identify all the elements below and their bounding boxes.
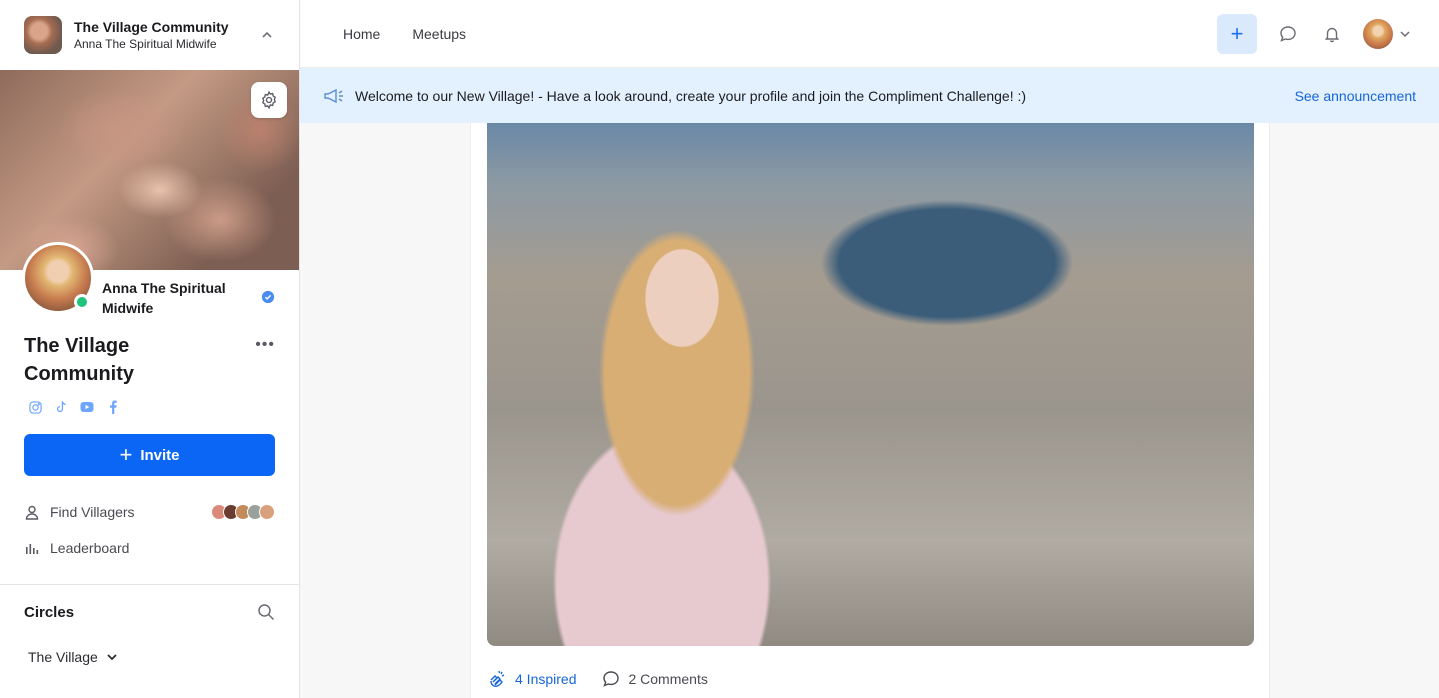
community-subtitle: Anna The Spiritual Midwife — [74, 37, 217, 51]
bar-chart-icon — [24, 540, 40, 556]
plus-icon: + — [119, 442, 133, 467]
create-button[interactable]: + — [1217, 13, 1257, 54]
youtube-icon[interactable] — [80, 400, 94, 414]
nav-meetups[interactable]: Meetups — [412, 26, 466, 42]
sidebar-item-leaderboard[interactable]: Leaderboard — [24, 530, 275, 566]
member-avatars — [211, 504, 275, 520]
community-titles: The Village Community Anna The Spiritual… — [74, 18, 259, 52]
profile-row: Anna The Spiritual Midwife — [0, 242, 299, 324]
social-links — [0, 388, 299, 426]
sidebar: The Village Community Anna The Spiritual… — [0, 0, 300, 698]
post-card: 4 Inspired 2 Comments — [470, 123, 1270, 698]
top-bar: Home Meetups + — [300, 0, 1439, 68]
invite-button[interactable]: + Invite — [24, 434, 275, 476]
bell-icon — [1324, 27, 1340, 42]
sidebar-item-find-villagers[interactable]: Find Villagers — [24, 494, 275, 530]
community-name: The Village Community — [74, 19, 229, 35]
notifications-button[interactable] — [1319, 21, 1345, 47]
sidebar-nav: Find Villagers Leaderboard — [0, 476, 299, 566]
clapping-hands-icon — [490, 670, 505, 687]
circles-section: Circles The Village — [0, 584, 299, 683]
top-nav: Home Meetups — [343, 26, 1217, 42]
post-image[interactable] — [487, 123, 1254, 646]
user-menu[interactable] — [1363, 18, 1411, 49]
reaction-count: 4 Inspired — [515, 671, 577, 687]
megaphone-icon — [324, 88, 343, 103]
circle-item-the-village[interactable]: The Village — [24, 649, 275, 665]
online-status-icon — [74, 294, 90, 310]
community-logo — [24, 16, 62, 54]
community-title-row: The Village Community ••• — [0, 324, 299, 388]
announcement-text: Welcome to our New Village! - Have a loo… — [355, 87, 1027, 104]
tiktok-icon[interactable] — [54, 400, 68, 414]
avatar — [1363, 18, 1393, 49]
user-icon — [24, 504, 40, 520]
nav-home[interactable]: Home — [343, 26, 380, 42]
post-footer: 4 Inspired 2 Comments — [487, 669, 708, 689]
announcement-banner: Welcome to our New Village! - Have a loo… — [300, 68, 1439, 123]
circles-title: Circles — [24, 603, 75, 621]
community-cover-image — [0, 70, 299, 270]
circles-header: Circles — [24, 603, 275, 621]
more-options-icon[interactable]: ••• — [255, 336, 275, 354]
gear-icon — [262, 90, 276, 110]
see-announcement-link[interactable]: See announcement — [1295, 88, 1416, 104]
profile-name[interactable]: Anna The Spiritual Midwife — [102, 278, 254, 318]
comments-button[interactable]: 2 Comments — [602, 670, 708, 688]
chevron-up-icon[interactable] — [259, 27, 275, 43]
community-switcher[interactable]: The Village Community Anna The Spiritual… — [0, 0, 299, 70]
verified-badge-icon — [261, 290, 275, 304]
top-actions: + — [1217, 13, 1411, 54]
invite-label: Invite — [140, 446, 180, 464]
messages-button[interactable] — [1275, 21, 1301, 47]
circle-item-label: The Village — [28, 649, 98, 665]
comment-count: 2 Comments — [628, 671, 708, 687]
chevron-down-icon — [1400, 30, 1410, 37]
chevron-down-icon — [107, 654, 117, 661]
comment-icon — [603, 671, 620, 687]
community-title: The Village Community — [24, 335, 134, 385]
settings-button[interactable] — [251, 82, 287, 118]
avatar — [259, 504, 275, 520]
sidebar-item-label: Leaderboard — [50, 540, 130, 556]
search-icon[interactable] — [257, 603, 275, 621]
inspired-reaction-button[interactable]: 4 Inspired — [487, 669, 576, 689]
chat-icon — [1280, 25, 1296, 42]
instagram-icon[interactable] — [28, 400, 42, 414]
sidebar-item-label: Find Villagers — [50, 504, 135, 520]
facebook-icon[interactable] — [106, 400, 120, 414]
